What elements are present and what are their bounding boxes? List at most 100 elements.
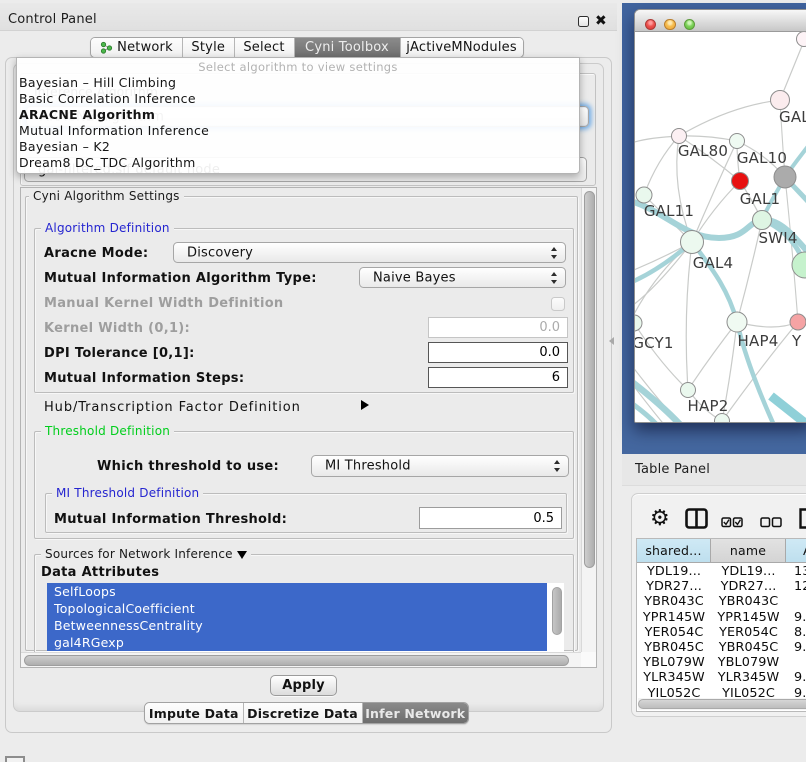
table-row[interactable]: YBR045CYBR045C9. xyxy=(637,640,806,655)
table-cell[interactable]: YLR345W xyxy=(637,670,711,685)
table-cell[interactable]: YLR345W xyxy=(711,670,786,685)
network-view-window[interactable]: GAL7GAL80GAL10GAL1GAL11SWI4GAL4GCY1HAP4Y… xyxy=(634,9,806,423)
network-node-gal1[interactable] xyxy=(732,173,749,190)
float-panel-icon[interactable] xyxy=(578,16,589,27)
zoom-window-icon[interactable] xyxy=(684,19,696,31)
table-cell[interactable]: YPR145W xyxy=(637,610,711,625)
table-cell[interactable]: YDL19... xyxy=(637,564,711,579)
network-node-salmon-node[interactable] xyxy=(790,314,806,330)
deselect-all-icon[interactable] xyxy=(760,513,782,532)
new-column-icon[interactable] xyxy=(799,508,806,533)
tab-style[interactable]: Style xyxy=(182,38,234,57)
table-cell[interactable]: 9. xyxy=(786,670,806,685)
splitter-collapse-icon[interactable] xyxy=(609,337,614,345)
network-edge[interactable] xyxy=(679,136,737,141)
table-cell[interactable]: 13 xyxy=(786,564,806,579)
table-row[interactable]: YPR145WYPR145W9. xyxy=(637,610,806,625)
table-cell[interactable]: YBR045C xyxy=(637,640,711,655)
table-cell[interactable] xyxy=(786,594,806,609)
table-cell[interactable]: YDL19... xyxy=(711,564,786,579)
network-node-node-top[interactable] xyxy=(797,32,806,47)
tab-select[interactable]: Select xyxy=(234,38,294,57)
attribute-item[interactable]: TopologicalCoefficient xyxy=(47,600,547,617)
network-node-gal4[interactable] xyxy=(681,231,704,254)
attribute-item[interactable]: BetweennessCentrality xyxy=(47,617,547,634)
close-panel-icon[interactable]: ✖ xyxy=(595,13,607,29)
vertical-scrollbar-thumb[interactable] xyxy=(584,191,595,568)
network-edge-highlighted[interactable] xyxy=(771,396,806,423)
mi-steps-field[interactable]: 6 xyxy=(428,367,568,388)
minimized-panel-icon[interactable] xyxy=(5,756,25,762)
tab-network[interactable]: Network xyxy=(91,38,182,57)
expand-hub-icon[interactable] xyxy=(361,400,369,410)
table-cell[interactable]: YPR145W xyxy=(711,610,786,625)
table-cell[interactable]: 8. xyxy=(786,625,806,640)
algorithm-menu-item[interactable]: Basic Correlation Inference xyxy=(19,91,196,106)
network-node-gray-node[interactable] xyxy=(774,166,796,188)
network-node-gal10[interactable] xyxy=(730,134,745,149)
attribute-list-scrollbar[interactable] xyxy=(552,587,562,635)
table-cell[interactable]: 9. xyxy=(786,640,806,655)
table-cell[interactable]: YER054C xyxy=(711,625,786,640)
control-panel-titlebar[interactable]: Control Panel ✖ xyxy=(0,3,617,31)
minimize-window-icon[interactable] xyxy=(664,19,676,31)
table-row[interactable]: YLR345WYLR345W9. xyxy=(637,670,806,685)
table-cell[interactable]: 9. xyxy=(786,610,806,625)
table-cell[interactable]: YDR27... xyxy=(711,579,786,594)
network-node-swi4[interactable] xyxy=(753,211,772,230)
mi-algorithm-type-combo[interactable]: Naive Bayes xyxy=(359,267,566,288)
manual-kernel-width-checkbox[interactable] xyxy=(551,297,565,311)
aracne-mode-combo[interactable]: Discovery xyxy=(173,242,566,263)
table-cell[interactable]: YBR043C xyxy=(637,594,711,609)
split-view-icon[interactable] xyxy=(685,508,708,533)
network-node-hap2[interactable] xyxy=(681,383,696,398)
which-threshold-combo[interactable]: MI Threshold xyxy=(311,455,569,477)
tab-jactivemnodules[interactable]: jActiveMNodules xyxy=(400,38,523,57)
table-cell[interactable]: YBR045C xyxy=(711,640,786,655)
algorithm-menu-item[interactable]: Bayesian – K2 xyxy=(19,139,110,154)
collapse-sources-icon[interactable] xyxy=(237,551,247,559)
table-horizontal-scrollbar[interactable] xyxy=(638,698,806,711)
bottom-tab-impute-data[interactable]: Impute Data xyxy=(145,703,243,723)
network-node-hap4[interactable] xyxy=(727,312,747,332)
table-cell[interactable]: YER054C xyxy=(637,625,711,640)
column-header-2[interactable]: name xyxy=(711,539,786,563)
algorithm-menu-item[interactable]: Mutual Information Inference xyxy=(19,123,209,138)
dpi-tolerance-field[interactable]: 0.0 xyxy=(428,342,568,363)
attribute-item[interactable]: SelfLoops xyxy=(47,583,547,600)
table-horizontal-scrollbar-thumb[interactable] xyxy=(638,699,806,709)
gear-icon[interactable]: ⚙ xyxy=(650,510,670,529)
network-node-gal7[interactable] xyxy=(771,91,790,110)
vertical-scrollbar[interactable] xyxy=(581,188,596,652)
mi-threshold-field[interactable]: 0.5 xyxy=(419,507,562,529)
network-window-titlebar[interactable] xyxy=(635,10,806,32)
table-cell[interactable]: YBL079W xyxy=(711,655,786,670)
table-row[interactable]: YDL19...YDL19...13 xyxy=(637,564,806,579)
horizontal-scrollbar-thumb[interactable] xyxy=(24,655,569,666)
algorithm-menu-item[interactable]: Bayesian – Hill Climbing xyxy=(19,75,176,90)
table-row[interactable]: YER054CYER054C8. xyxy=(637,625,806,640)
node-table[interactable]: shared...nameAYDL19...YDL19...13YDR27...… xyxy=(636,538,806,712)
algorithm-menu-item[interactable]: Dream8 DC_TDC Algorithm xyxy=(19,155,196,170)
table-cell[interactable]: 12 xyxy=(786,579,806,594)
bottom-tab-discretize-data[interactable]: Discretize Data xyxy=(243,703,362,723)
tab-cyni-toolbox[interactable]: Cyni Toolbox xyxy=(294,38,400,57)
network-edge[interactable] xyxy=(679,100,780,136)
table-row[interactable]: YBL079WYBL079W xyxy=(637,655,806,670)
select-all-icon[interactable] xyxy=(721,513,743,532)
close-window-icon[interactable] xyxy=(645,19,657,31)
network-edge[interactable] xyxy=(644,136,679,195)
apply-button[interactable]: Apply xyxy=(270,675,337,696)
network-edge[interactable] xyxy=(686,242,692,390)
column-header-1[interactable]: shared... xyxy=(637,539,711,563)
table-cell[interactable]: YDR27... xyxy=(637,579,711,594)
table-row[interactable]: YDR27...YDR27...12 xyxy=(637,579,806,594)
table-cell[interactable]: YBL079W xyxy=(637,655,711,670)
table-cell[interactable]: YBR043C xyxy=(711,594,786,609)
network-canvas[interactable]: GAL7GAL80GAL10GAL1GAL11SWI4GAL4GCY1HAP4Y… xyxy=(635,32,806,423)
column-header-3[interactable]: A xyxy=(786,539,806,563)
table-row[interactable]: YBR043CYBR043C xyxy=(637,594,806,609)
data-attributes-list[interactable]: SelfLoopsTopologicalCoefficientBetweenne… xyxy=(47,583,564,652)
horizontal-scrollbar[interactable] xyxy=(21,652,583,667)
network-node-gal11[interactable] xyxy=(636,187,652,203)
